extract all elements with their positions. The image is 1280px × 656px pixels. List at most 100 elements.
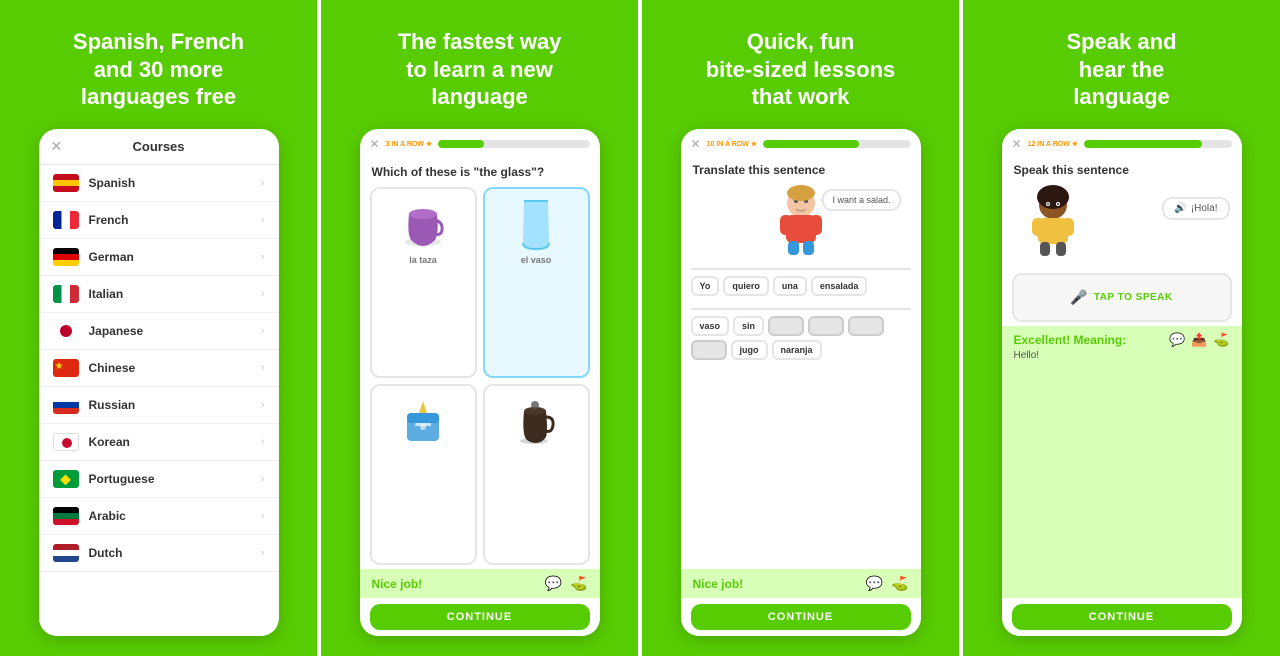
list-item[interactable]: Italian › (39, 276, 279, 313)
nice-job-text: Nice job! (693, 577, 744, 591)
word-chip-jugo[interactable]: jugo (731, 340, 768, 360)
word-chip-quiero[interactable]: quiero (723, 276, 769, 296)
word-chip-blank (768, 316, 804, 336)
card-label: la taza (409, 255, 437, 265)
close-icon[interactable]: ✕ (370, 137, 380, 151)
close-icon[interactable]: ✕ (51, 138, 63, 155)
list-item[interactable]: Dutch › (39, 535, 279, 572)
quiz-card-vaso[interactable]: el vaso (483, 187, 590, 378)
list-item[interactable]: Japanese › (39, 313, 279, 350)
flag-france (53, 211, 79, 229)
quiz-grid: la taza el vaso (360, 183, 600, 570)
quiz-card-3[interactable] (370, 384, 477, 565)
word-chip-sin[interactable]: sin (733, 316, 764, 336)
flag-arabic (53, 507, 79, 525)
list-item[interactable]: Korean › (39, 424, 279, 461)
hola-bubble: 🔊 ¡Hola! (1162, 197, 1229, 220)
course-name: German (89, 250, 261, 264)
cup-image (393, 197, 453, 252)
flag-spain (53, 174, 79, 192)
word-chip-una[interactable]: una (773, 276, 807, 296)
coffee-image (506, 394, 566, 449)
list-item[interactable]: Portuguese › (39, 461, 279, 498)
chevron-icon: › (261, 325, 265, 337)
chevron-icon: › (261, 177, 265, 189)
word-chip-blank (691, 340, 727, 360)
comment-icon[interactable]: 💬 (1169, 332, 1185, 348)
character-area: I want a salad. (681, 181, 921, 264)
translate-header: ✕ 10 IN A ROW ★ (681, 129, 921, 159)
course-list: Spanish › French › German › Italian › Ja… (39, 165, 279, 637)
courses-header: ✕ Courses (39, 129, 279, 165)
comment-icon[interactable]: 💬 (545, 575, 562, 592)
list-item[interactable]: Russian › (39, 387, 279, 424)
chevron-icon: › (261, 288, 265, 300)
list-item[interactable]: French › (39, 202, 279, 239)
quiz-card-taza[interactable]: la taza (370, 187, 477, 378)
course-name: Russian (89, 398, 261, 412)
progress-bar (438, 140, 589, 148)
speech-bubble: I want a salad. (822, 189, 900, 211)
sugar-image (393, 394, 453, 449)
speaker-icon: 🔊 (1174, 203, 1186, 214)
close-icon[interactable]: ✕ (691, 137, 701, 151)
chevron-icon: › (261, 214, 265, 226)
panel-2-title: The fastest wayto learn a newlanguage (398, 28, 562, 111)
quiz-card-4[interactable] (483, 384, 590, 565)
excellent-bar: Excellent! Meaning: 💬 📤 ⛳ Hello! (1002, 326, 1242, 599)
panel-4: Speak andhear thelanguage ✕ 12 IN A ROW … (959, 0, 1280, 656)
list-item[interactable]: Chinese › (39, 350, 279, 387)
list-item[interactable]: German › (39, 239, 279, 276)
list-item[interactable]: Spanish › (39, 165, 279, 202)
word-chip-yo[interactable]: Yo (691, 276, 720, 296)
flag-italy (53, 285, 79, 303)
list-item[interactable]: Arabic › (39, 498, 279, 535)
nice-job-bar: Nice job! 💬 ⛳ (681, 569, 921, 598)
streak-badge: 10 IN A ROW ★ (707, 140, 757, 148)
course-name: Arabic (89, 509, 261, 523)
feedback-icons: 💬 ⛳ (545, 575, 588, 592)
microphone-icon: 🎤 (1070, 289, 1087, 306)
progress-bar (763, 140, 910, 148)
word-chip-blank (808, 316, 844, 336)
continue-button[interactable]: CONTINUE (691, 604, 911, 630)
close-icon[interactable]: ✕ (1012, 137, 1022, 151)
streak-badge: 3 IN A ROW ★ (386, 140, 433, 148)
speak-question: Speak this sentence (1002, 159, 1242, 181)
chevron-icon: › (261, 510, 265, 522)
word-bank-area: vaso sin jugo naranja (691, 308, 911, 364)
glass-image (506, 197, 566, 252)
quiz-header: ✕ 3 IN A ROW ★ (360, 129, 600, 159)
comment-icon[interactable]: 💬 (866, 575, 883, 592)
flag-germany (53, 248, 79, 266)
course-name: Chinese (89, 361, 261, 375)
share-icon[interactable]: 📤 (1191, 332, 1207, 348)
word-chip-ensalada[interactable]: ensalada (811, 276, 868, 296)
tap-to-speak-box[interactable]: 🎤 TAP TO SPEAK (1012, 273, 1232, 322)
chevron-icon: › (261, 362, 265, 374)
course-name: Korean (89, 435, 261, 449)
flag-russia (53, 396, 79, 414)
panel-2: The fastest wayto learn a newlanguage ✕ … (317, 0, 638, 656)
phone-frame-3: ✕ 10 IN A ROW ★ Translate this sentence (681, 129, 921, 637)
answer-chips-row: Yo quiero una ensalada (691, 276, 911, 296)
progress-fill (1084, 140, 1202, 148)
flag-icon[interactable]: ⛳ (1213, 332, 1229, 348)
flag-brazil (53, 470, 79, 488)
flag-korea (53, 433, 79, 451)
word-chip-vaso[interactable]: vaso (691, 316, 730, 336)
course-name: French (89, 213, 261, 227)
courses-title: Courses (132, 139, 184, 154)
chevron-icon: › (261, 399, 265, 411)
streak-badge: 12 IN A ROW ★ (1028, 140, 1078, 148)
continue-button[interactable]: CONTINUE (370, 604, 590, 630)
excellent-meaning: Hello! (1014, 350, 1230, 361)
course-name: Dutch (89, 546, 261, 560)
flag-netherlands (53, 544, 79, 562)
translate-question: Translate this sentence (681, 159, 921, 181)
chevron-icon: › (261, 436, 265, 448)
share-icon[interactable]: ⛳ (570, 575, 587, 592)
share-icon[interactable]: ⛳ (891, 575, 908, 592)
continue-button[interactable]: CONTINUE (1012, 604, 1232, 630)
word-chip-naranja[interactable]: naranja (772, 340, 822, 360)
